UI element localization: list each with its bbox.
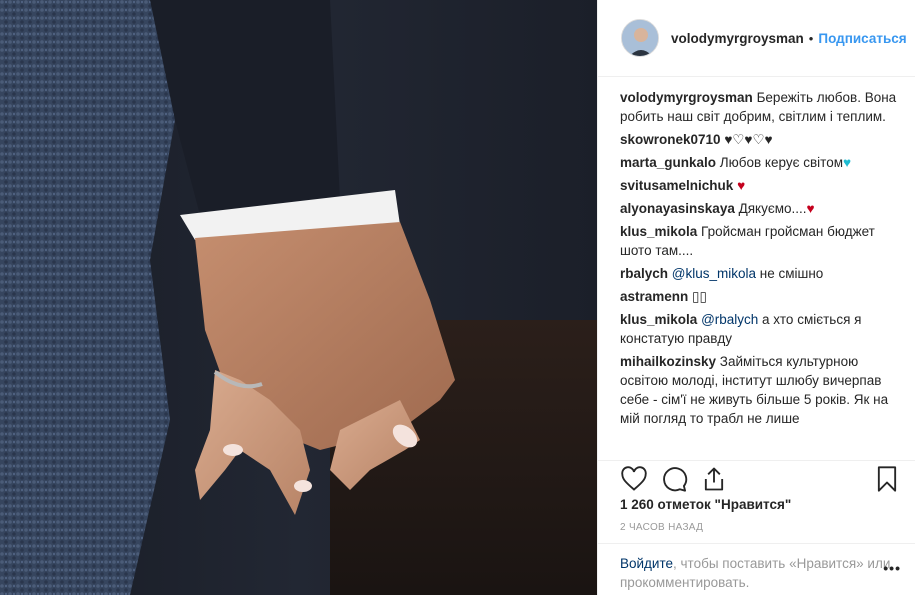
comment-username[interactable]: skowronek0710 (620, 132, 721, 147)
bookmark-icon[interactable] (873, 465, 903, 495)
comment-text: Любов керує світом (716, 155, 843, 170)
caption-username[interactable]: volodymyrgroysman (620, 90, 753, 105)
header-separator: • (808, 30, 814, 46)
post-caption: volodymyrgroysman Бережіть любов. Вона р… (620, 88, 901, 126)
comment-text: ▯▯ (688, 289, 707, 304)
comment-mention-link[interactable]: @rbalych (701, 312, 758, 327)
like-count[interactable]: 1 260 отметок "Нравится" (620, 497, 791, 512)
comment-username[interactable]: klus_mikola (620, 224, 697, 239)
post-header: volodymyrgroysman • Подписаться (598, 0, 915, 77)
heart-emoji: ♥ (737, 178, 746, 193)
comment-username[interactable]: klus_mikola (620, 312, 697, 327)
follow-button[interactable]: Подписаться (818, 31, 906, 46)
comment-item: klus_mikola Гройсман гройсман бюджет шот… (620, 222, 901, 260)
comment-username[interactable]: svitusamelnichuk (620, 178, 733, 193)
post-sidebar: volodymyrgroysman • Подписаться volodymy… (597, 0, 915, 595)
comment-item: svitusamelnichuk ♥ (620, 176, 901, 195)
comment-item: astramenn ▯▯ (620, 287, 901, 306)
comment-username[interactable]: mihailkozinsky (620, 354, 716, 369)
comment-text: Дякуємо.... (734, 201, 807, 216)
comment-username[interactable]: rbalych (620, 266, 668, 281)
comment-item: skowronek0710 ♥♡♥♡♥ (620, 130, 901, 149)
comment-mention-link[interactable]: @klus_mikola (672, 266, 756, 281)
heart-emoji: ♥ (842, 155, 851, 170)
comment-username[interactable]: alyonayasinskaya (620, 201, 735, 216)
share-icon[interactable] (700, 465, 730, 495)
comment-item: klus_mikola @rbalych а хто сміється я ко… (620, 310, 901, 348)
heart-emoji: ♥ (806, 201, 815, 216)
holding-hands-image (0, 0, 597, 595)
comment-item: rbalych @klus_mikola не смішно (620, 264, 901, 283)
comment-username[interactable]: astramenn (620, 289, 688, 304)
comment-text: ♥♡♥♡♥ (720, 132, 773, 147)
login-prompt: Войдите, чтобы поставить «Нравится» или … (598, 543, 915, 595)
action-bar (598, 460, 915, 494)
comment-username[interactable]: marta_gunkalo (620, 155, 716, 170)
speech-bubble-icon[interactable] (660, 465, 690, 495)
login-link[interactable]: Войдите (620, 556, 673, 571)
comment-list[interactable]: volodymyrgroysman Бережіть любов. Вона р… (620, 88, 901, 452)
post-author-username[interactable]: volodymyrgroysman (671, 31, 804, 46)
comment-item: marta_gunkalo Любов керує світом♥ (620, 153, 901, 172)
post-photo[interactable] (0, 0, 597, 595)
comment-item: alyonayasinskaya Дякуємо....♥ (620, 199, 901, 218)
avatar[interactable] (621, 19, 659, 57)
more-dots-icon[interactable]: ••• (883, 560, 901, 576)
heart-outline-icon[interactable] (620, 465, 650, 495)
post-timestamp[interactable]: 2 часов назад (620, 522, 703, 533)
comment-item: mihailkozinsky Займіться культурною осві… (620, 352, 901, 428)
comment-text: не смішно (756, 266, 824, 281)
